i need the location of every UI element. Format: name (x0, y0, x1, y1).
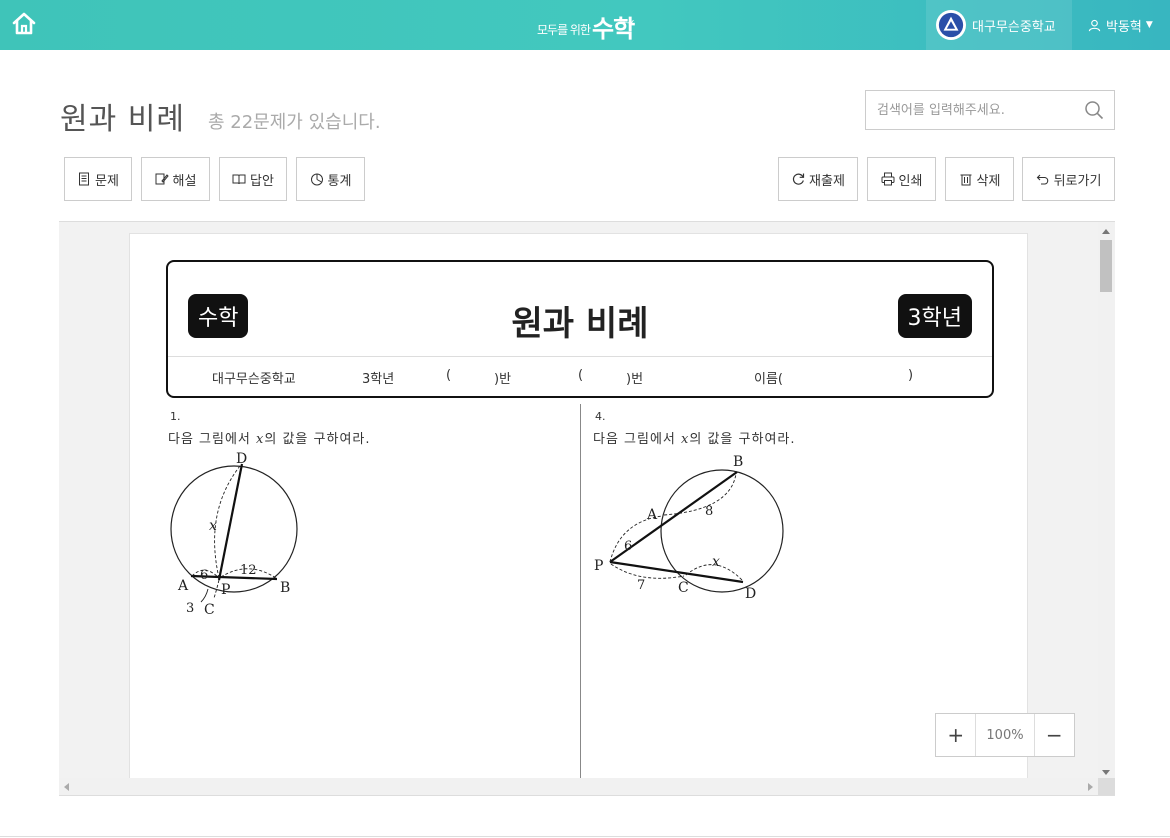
svg-text:7: 7 (637, 578, 645, 593)
question-1-text: 다음 그림에서 x의 값을 구하여라. (168, 432, 371, 447)
column-divider (580, 404, 581, 795)
search-icon[interactable] (1084, 100, 1104, 120)
svg-text:D: D (236, 452, 247, 467)
info-class-close: )반 (494, 372, 512, 387)
answer-button[interactable]: 답안 (219, 157, 287, 201)
scroll-down-arrow-icon[interactable] (1102, 770, 1110, 775)
school-emblem-icon (936, 10, 966, 40)
svg-text:C: C (678, 580, 689, 596)
user-icon (1088, 19, 1101, 31)
explanation-label: 해설 (172, 173, 197, 189)
svg-text:x: x (209, 518, 217, 534)
chevron-down-icon: ▼ (1145, 20, 1153, 30)
app-logo[interactable]: 모두를 위한 수학 +-x (537, 8, 647, 44)
search-box (865, 90, 1115, 130)
back-button[interactable]: 뒤로가기 (1022, 157, 1115, 201)
school-menu[interactable]: 대구무슨중학교 (926, 0, 1072, 50)
print-button[interactable]: 인쇄 (867, 157, 936, 201)
vertical-scroll-thumb[interactable] (1100, 240, 1112, 292)
edit-icon (155, 173, 169, 185)
worksheet-header: 수학 원과 비례 3학년 대구무슨중학교 3학년 ( )반 ( )번 이름( ) (166, 260, 994, 398)
search-input[interactable] (866, 91, 1076, 129)
page-title: 원과 비례 (60, 102, 185, 137)
info-name-open: 이름( (754, 372, 783, 387)
zoom-control: + 100% − (935, 713, 1075, 757)
question-4-figure: B A 8 6 P 7 x C D (594, 454, 784, 602)
info-class-open: ( (446, 368, 452, 383)
svg-text:P: P (221, 582, 230, 598)
print-label: 인쇄 (898, 173, 923, 189)
svg-text:12: 12 (240, 563, 257, 578)
delete-button[interactable]: 삭제 (945, 157, 1014, 201)
svg-text:6: 6 (624, 539, 632, 554)
statistics-label: 통계 (327, 173, 352, 189)
delete-label: 삭제 (976, 173, 1001, 189)
info-school: 대구무슨중학교 (212, 372, 296, 387)
scroll-up-arrow-icon[interactable] (1102, 229, 1110, 234)
top-navigation-bar: 모두를 위한 수학 +-x 대구무슨중학교 박동혁 ▼ (0, 0, 1170, 50)
scroll-right-arrow-icon[interactable] (1088, 783, 1093, 791)
book-icon (232, 174, 246, 185)
scroll-left-arrow-icon[interactable] (64, 783, 69, 791)
vertical-scrollbar[interactable] (1098, 222, 1115, 780)
svg-text:A: A (646, 507, 658, 523)
regenerate-label: 재출제 (809, 173, 845, 189)
header-divider (168, 356, 992, 357)
svg-text:A: A (177, 578, 189, 594)
regenerate-button[interactable]: 재출제 (778, 157, 858, 201)
logo-tagline: 모두를 위한 (537, 23, 591, 37)
svg-text:D: D (745, 586, 756, 602)
question-1-number: 1. (170, 410, 181, 423)
info-number-open: ( (578, 368, 584, 383)
problem-label: 문제 (95, 173, 119, 189)
home-icon[interactable] (10, 10, 38, 38)
question-count: 총 22문제가 있습니다. (208, 112, 381, 133)
school-name: 대구무슨중학교 (972, 19, 1056, 35)
svg-text:8: 8 (705, 504, 713, 519)
print-icon (881, 172, 895, 186)
info-number-close: )번 (626, 372, 644, 387)
worksheet-title: 원과 비례 (511, 304, 649, 344)
svg-text:x: x (712, 554, 720, 570)
back-icon (1036, 174, 1048, 185)
question-4-text: 다음 그림에서 x의 값을 구하여라. (593, 432, 796, 447)
answer-label: 답안 (250, 173, 274, 189)
trash-icon (960, 174, 972, 186)
info-grade: 3학년 (362, 372, 395, 387)
refresh-icon (792, 173, 805, 185)
scrollbar-corner (1098, 778, 1115, 795)
explanation-button[interactable]: 해설 (141, 157, 210, 201)
svg-text:B: B (280, 580, 290, 596)
statistics-button[interactable]: 통계 (296, 157, 365, 201)
svg-text:P: P (594, 558, 603, 574)
zoom-in-button[interactable]: + (936, 714, 975, 756)
question-4-number: 4. (595, 410, 606, 423)
svg-text:B: B (733, 454, 743, 470)
svg-text:3: 3 (186, 601, 194, 616)
problem-button[interactable]: 문제 (64, 157, 132, 201)
footer-divider (0, 836, 1170, 837)
logo-operators: +-x (620, 18, 634, 28)
svg-text:6: 6 (200, 568, 208, 583)
zoom-out-button[interactable]: − (1035, 714, 1074, 756)
pie-chart-icon (310, 173, 323, 186)
question-1-figure: D x A 6 P 12 B 3 C (170, 452, 298, 617)
worksheet-viewer[interactable]: 수학 원과 비례 3학년 대구무슨중학교 3학년 ( )반 ( )번 이름( )… (59, 221, 1115, 796)
back-label: 뒤로가기 (1053, 173, 1102, 189)
worksheet-page: 수학 원과 비례 3학년 대구무슨중학교 3학년 ( )반 ( )번 이름( )… (129, 233, 1028, 795)
document-icon (79, 172, 90, 186)
info-name-close: ) (908, 368, 914, 383)
svg-text:C: C (204, 602, 215, 617)
horizontal-scrollbar[interactable] (59, 778, 1098, 795)
user-menu[interactable]: 박동혁 ▼ (1088, 0, 1153, 50)
grade-tag: 3학년 (897, 294, 972, 338)
user-name: 박동혁 (1106, 19, 1142, 35)
zoom-level: 100% (975, 714, 1035, 756)
